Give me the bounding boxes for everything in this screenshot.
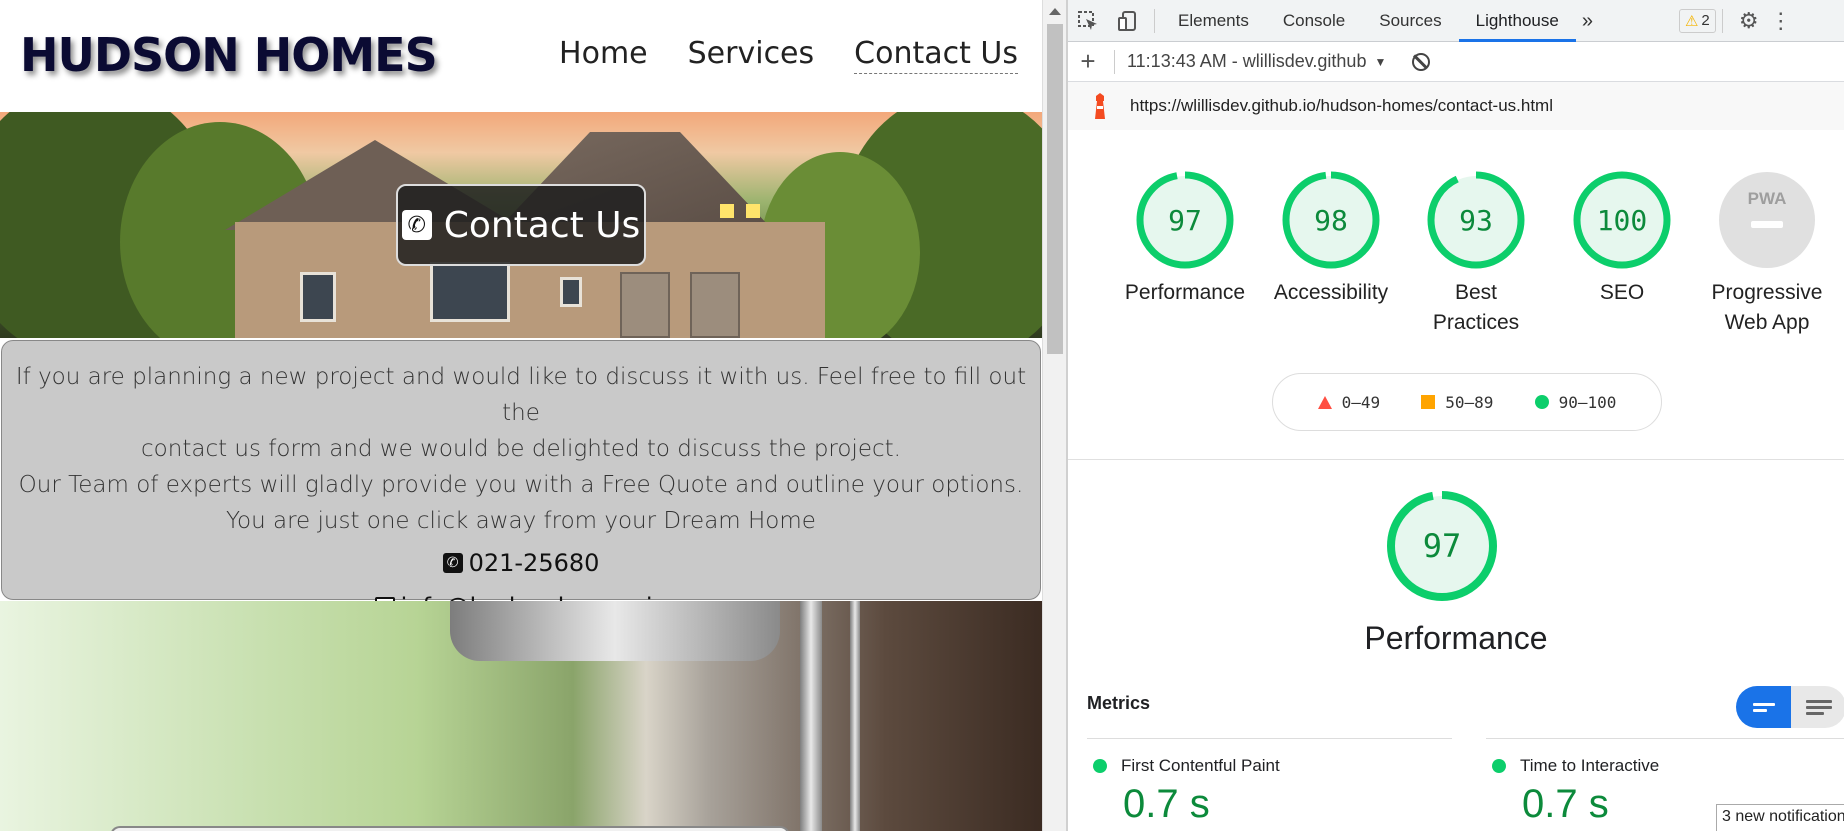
more-options-icon[interactable]: ⋮ <box>1769 0 1793 42</box>
legend-average-label: 50–89 <box>1445 392 1494 412</box>
score-label: Best Practices <box>1432 281 1520 334</box>
contact-us-hero-button[interactable]: ✆ Contact Us <box>396 184 646 266</box>
score-label: SEO <box>1599 281 1645 304</box>
report-selector-value: 11:13:43 AM - wlillisdev.github <box>1127 51 1367 71</box>
metrics-heading: Metrics <box>1087 693 1151 713</box>
score-ring: 98 <box>1282 171 1380 269</box>
gauge-seo[interactable]: 100 SEO <box>1547 170 1697 308</box>
info-text-line: Our Team of experts will gladly provide … <box>18 472 1024 498</box>
score-value: 98 <box>1314 204 1348 237</box>
score-label: Progressive Web App <box>1711 281 1823 334</box>
more-tabs-icon[interactable]: » <box>1576 0 1599 42</box>
lighthouse-toolbar: + 11:13:43 AM - wlillisdev.github ▼ <box>1068 42 1844 82</box>
info-text-line: If you are planning a new project and wo… <box>15 364 1027 426</box>
nav-home[interactable]: Home <box>559 36 648 74</box>
contact-info-panel: If you are planning a new project and wo… <box>1 340 1041 621</box>
devtools-panel: Elements Console Sources Lighthouse » ⚠ … <box>1068 0 1844 831</box>
metric-divider <box>1087 738 1452 739</box>
info-text-line: You are just one click away from your Dr… <box>226 508 816 534</box>
clear-reports-icon[interactable] <box>1412 52 1431 71</box>
site-nav: Home Services Contact Us <box>559 36 1018 74</box>
score-ring: 100 <box>1573 171 1671 269</box>
metric-time-to-interactive: Time to Interactive 0.7 s <box>1492 756 1659 827</box>
gauge-accessibility[interactable]: 98 Accessibility <box>1256 170 1406 308</box>
legend-pass: 90–100 <box>1534 392 1617 412</box>
lighthouse-icon <box>1090 93 1110 119</box>
tab-console[interactable]: Console <box>1266 0 1362 42</box>
scroll-up-arrow-icon[interactable] <box>1049 8 1061 15</box>
phone-number[interactable]: 021-25680 <box>469 543 600 583</box>
phone-line[interactable]: ✆ 021-25680 <box>2 543 1040 583</box>
phone-icon: ✆ <box>401 210 432 240</box>
page-scrollbar[interactable] <box>1042 0 1066 831</box>
background-image <box>0 601 1042 831</box>
hero-button-label: Contact Us <box>443 204 641 246</box>
metric-name: Time to Interactive <box>1520 756 1660 775</box>
fail-triangle-icon <box>1317 395 1332 409</box>
legend-fail: 0–49 <box>1317 392 1381 412</box>
metrics-view-toggle <box>1736 686 1844 728</box>
metric-value: 0.7 s <box>1522 782 1609 826</box>
average-square-icon <box>1421 395 1436 409</box>
pass-circle-icon <box>1093 759 1107 773</box>
expanded-view-icon[interactable] <box>1791 686 1844 728</box>
legend-average: 50–89 <box>1421 393 1493 412</box>
devtools-tabbar: Elements Console Sources Lighthouse » ⚠ … <box>1068 0 1844 42</box>
legend-pass-label: 90–100 <box>1558 392 1617 412</box>
score-value: 97 <box>1423 527 1462 565</box>
score-ring: 97 <box>1136 171 1234 269</box>
gauge-performance[interactable]: 97 Performance <box>1110 170 1260 308</box>
score-label: Accessibility <box>1273 281 1389 304</box>
settings-gear-icon[interactable]: ⚙ <box>1729 0 1769 42</box>
tab-elements[interactable]: Elements <box>1161 0 1266 42</box>
report-selector[interactable]: 11:13:43 AM - wlillisdev.github ▼ <box>1127 51 1386 72</box>
performance-heading: Performance <box>1364 620 1548 656</box>
info-text-line: contact us form and we would be delighte… <box>141 436 901 462</box>
warnings-badge[interactable]: ⚠ 2 <box>1678 8 1716 33</box>
section-divider <box>1068 459 1844 460</box>
device-toolbar-icon[interactable] <box>1108 0 1148 42</box>
warning-icon: ⚠ <box>1684 12 1699 30</box>
score-ring: 93 <box>1427 171 1525 269</box>
score-value: 93 <box>1459 204 1493 237</box>
notification-popup[interactable]: 3 new notifications <box>1716 804 1844 831</box>
score-legend: 0–49 50–89 90–100 <box>1272 373 1662 431</box>
metric-first-contentful-paint: First Contentful Paint 0.7 s <box>1093 756 1280 827</box>
hero-image: ✆ Contact Us <box>0 112 1042 338</box>
pwa-badge-icon: PWA <box>1719 172 1815 268</box>
pwa-badge-text: PWA <box>1748 189 1787 208</box>
metric-name: First Contentful Paint <box>1121 756 1280 775</box>
score-ring: 97 <box>1387 491 1497 601</box>
nav-services[interactable]: Services <box>688 36 815 74</box>
tab-lighthouse[interactable]: Lighthouse <box>1458 0 1576 42</box>
score-gauges: 97 Performance 98 Accessibility 93 Best … <box>1068 170 1844 350</box>
compact-view-icon[interactable] <box>1736 686 1791 728</box>
score-value: 97 <box>1168 204 1202 237</box>
dropdown-arrow-icon: ▼ <box>1374 54 1387 69</box>
metric-divider <box>1486 738 1844 739</box>
contact-form <box>110 826 790 831</box>
pass-circle-icon <box>1534 395 1549 409</box>
report-url-bar: https://wlillisdev.github.io/hudson-home… <box>1068 82 1844 130</box>
website-viewport: HUDSON HOMES Home Services Contact Us ✆ … <box>0 0 1042 831</box>
nav-contact-us[interactable]: Contact Us <box>854 36 1018 74</box>
performance-gauge-large: 97 <box>1386 490 1498 607</box>
score-label: Performance <box>1124 281 1246 304</box>
legend-fail-label: 0–49 <box>1341 392 1381 412</box>
site-header: HUDSON HOMES Home Services Contact Us <box>0 0 1042 112</box>
phone-icon: ✆ <box>442 553 463 573</box>
metric-value: 0.7 s <box>1123 782 1210 826</box>
report-url[interactable]: https://wlillisdev.github.io/hudson-home… <box>1130 96 1553 116</box>
score-value: 100 <box>1597 204 1648 237</box>
new-report-plus-icon[interactable]: + <box>1068 41 1108 83</box>
gauge-pwa[interactable]: PWA Progressive Web App <box>1692 170 1842 338</box>
site-logo[interactable]: HUDSON HOMES <box>20 28 438 82</box>
warnings-count: 2 <box>1701 12 1710 29</box>
inspect-element-icon[interactable] <box>1068 0 1108 42</box>
scrollbar-thumb[interactable] <box>1047 24 1063 354</box>
pass-circle-icon <box>1492 759 1506 773</box>
tab-sources[interactable]: Sources <box>1362 0 1458 42</box>
gauge-best-practices[interactable]: 93 Best Practices <box>1401 170 1551 338</box>
